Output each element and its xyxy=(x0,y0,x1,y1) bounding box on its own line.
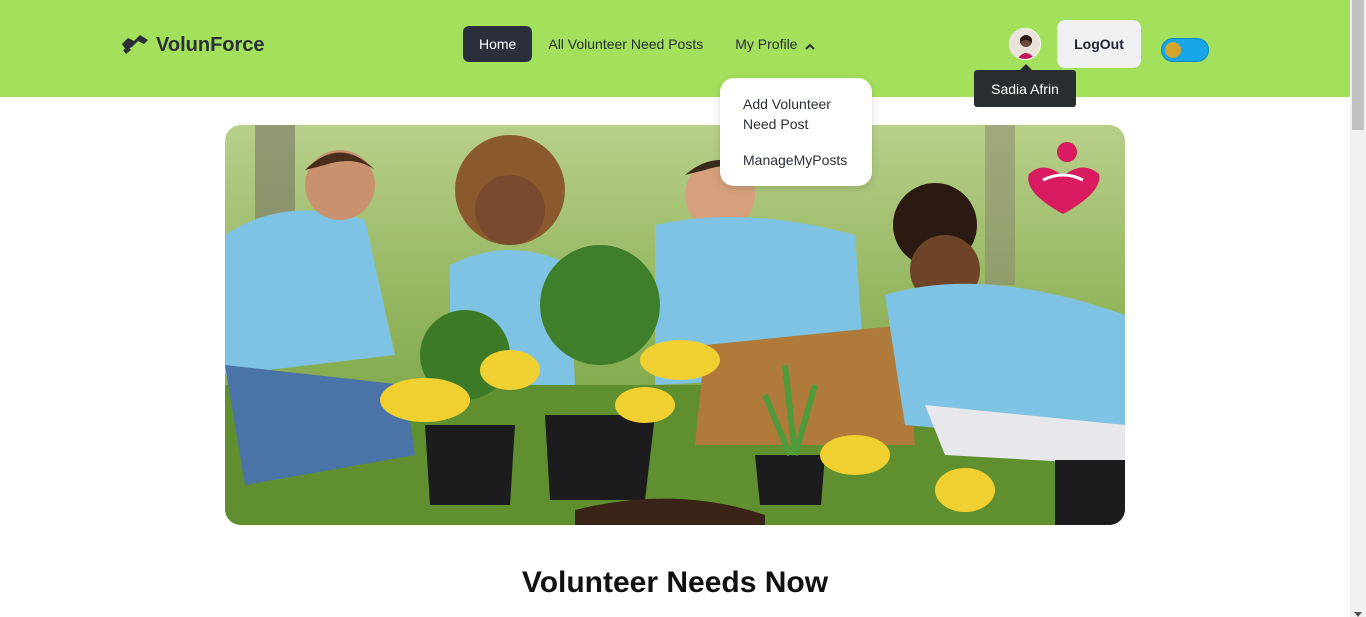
logout-button[interactable]: LogOut xyxy=(1057,20,1141,68)
nav-home[interactable]: Home xyxy=(463,26,533,62)
main-nav: Home All Volunteer Need Posts My Profile xyxy=(463,26,831,62)
page-scrollbar[interactable] xyxy=(1350,0,1366,617)
menu-add-volunteer-post[interactable]: Add Volunteer Need Post xyxy=(720,94,872,134)
nav-all-volunteer-posts[interactable]: All Volunteer Need Posts xyxy=(532,26,719,62)
brand-logo[interactable]: VolunForce xyxy=(120,30,265,60)
handshake-icon xyxy=(120,30,150,61)
profile-dropdown: Add Volunteer Need Post ManageMyPosts xyxy=(720,78,872,186)
brand-name: VolunForce xyxy=(156,33,265,56)
chevron-up-icon xyxy=(805,39,816,50)
my-profile-label: My Profile xyxy=(735,36,798,52)
user-avatar-icon[interactable] xyxy=(1009,28,1041,60)
hero-banner-image xyxy=(225,125,1125,525)
volunteer-needs-title: Volunteer Needs Now xyxy=(521,566,829,599)
scroll-down-arrow-icon[interactable] xyxy=(1354,605,1362,617)
theme-toggle[interactable] xyxy=(1161,38,1209,62)
navbar: VolunForce Home All Volunteer Need Posts… xyxy=(0,0,1350,97)
scroll-thumb[interactable] xyxy=(1352,0,1364,130)
nav-my-profile[interactable]: My Profile xyxy=(719,26,831,62)
user-name-tooltip: Sadia Afrin xyxy=(974,64,1076,107)
page: VolunForce Home All Volunteer Need Posts… xyxy=(0,0,1366,617)
heart-hands-icon xyxy=(1023,140,1107,216)
toggle-knob xyxy=(1165,42,1181,58)
menu-manage-my-posts[interactable]: ManageMyPosts xyxy=(720,150,872,170)
